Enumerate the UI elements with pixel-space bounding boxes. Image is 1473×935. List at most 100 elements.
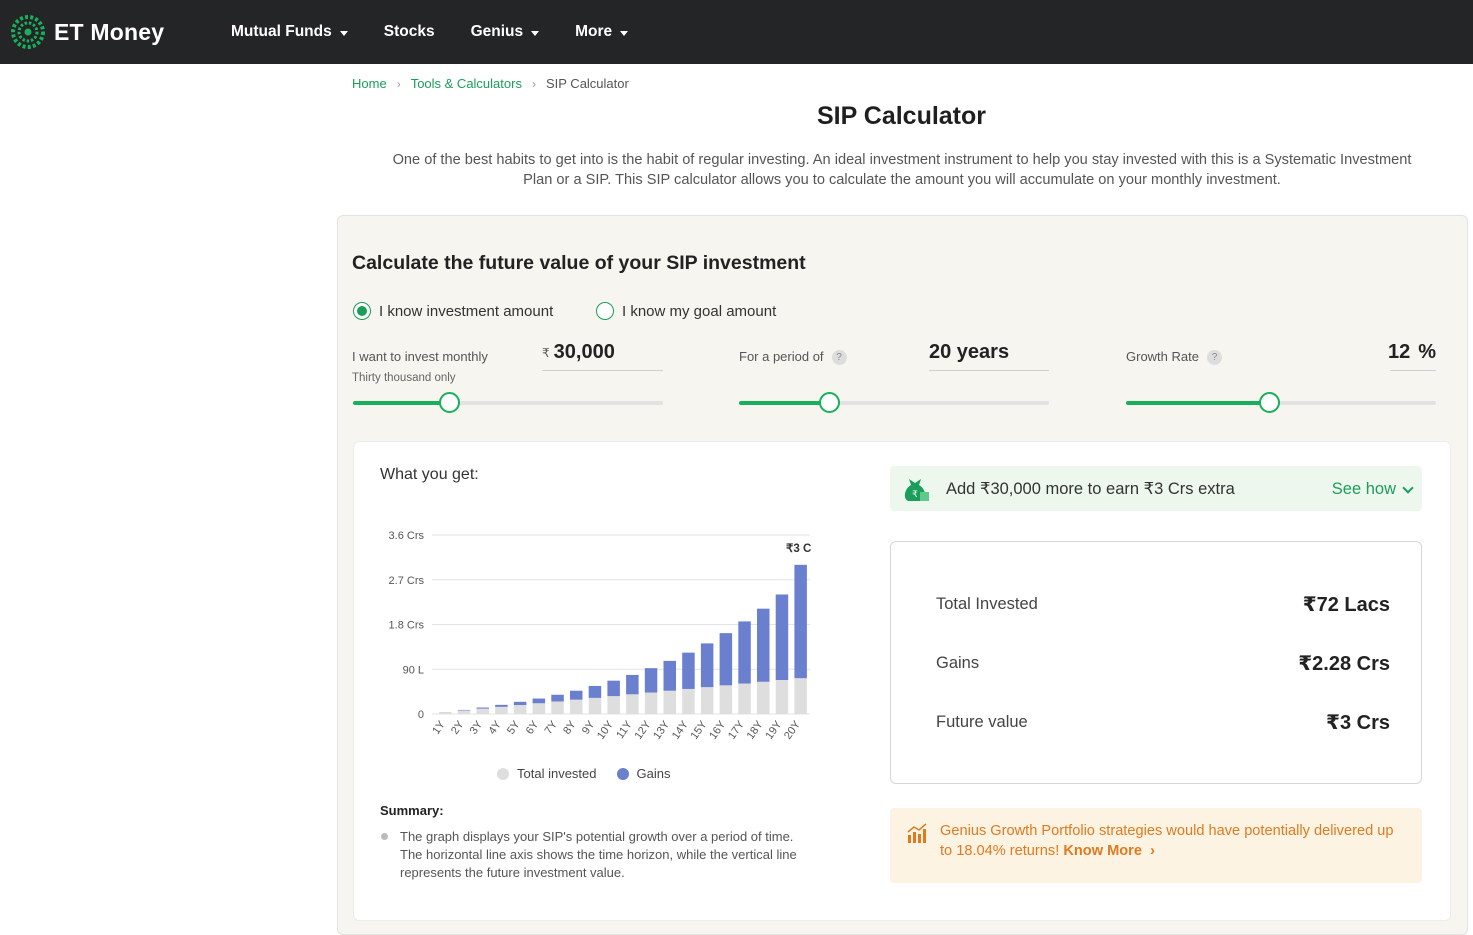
radio-selected-icon [353,302,371,320]
bar-gains [776,594,789,680]
bar-total-invested [495,707,508,714]
caret-down-icon [620,31,628,36]
rupee-icon: ₹ [542,346,550,360]
help-icon[interactable]: ? [1207,350,1222,365]
legend-total-invested[interactable]: Total invested [497,766,597,781]
x-tick-label: 17Y [726,718,747,741]
radio-unselected-icon [596,302,614,320]
rate-label: Growth Rate? [1126,349,1222,365]
monthly-amount-input[interactable]: ₹ 30,000 [542,337,663,371]
y-tick-label: 3.6 Crs [389,530,425,542]
bar-gains [682,653,695,689]
bar-total-invested [682,689,695,714]
rate-value: 12 [1388,341,1410,364]
bar-gains [720,633,733,685]
bar-gains [664,661,677,691]
total-invested-row: Total Invested ₹72 Lacs [936,592,1390,617]
upsell-text: Add ₹30,000 more to earn ₹3 Crs extra [946,479,1235,499]
brand-logo[interactable]: ET Money [10,14,164,50]
x-tick-label: 15Y [689,718,710,741]
breadcrumb-tools[interactable]: Tools & Calculators [411,76,522,91]
main-nav: Mutual Funds Stocks Genius More [231,0,664,64]
future-value-value: ₹3 Crs [1326,710,1390,735]
future-value-label: Future value [936,713,1028,732]
bar-gains [794,565,807,678]
slider-thumb[interactable] [439,392,460,413]
slider-thumb[interactable] [819,392,840,413]
slider-fill [1126,401,1269,405]
radio-goal-amount[interactable]: I know my goal amount [596,302,776,320]
bar-total-invested [776,680,789,714]
x-tick-label: 13Y [651,718,672,741]
help-icon[interactable]: ? [832,350,847,365]
legend-label: Total invested [517,766,597,781]
bar-gains [514,702,527,705]
bar-gains [551,695,564,702]
period-slider[interactable] [739,401,1049,405]
radio-investment-amount[interactable]: I know investment amount [353,302,553,320]
x-tick-label: 20Y [782,718,803,741]
bar-total-invested [514,705,527,714]
total-invested-value: ₹72 Lacs [1303,592,1390,617]
bar-gains [570,691,583,700]
monthly-slider[interactable] [353,401,663,405]
x-tick-label: 16Y [707,718,728,741]
x-tick-label: 4Y [486,718,504,736]
breadcrumb: Home › Tools & Calculators › SIP Calcula… [352,76,629,91]
x-tick-label: 5Y [505,718,523,736]
nav-genius[interactable]: Genius [471,23,540,41]
summary-text: The graph displays your SIP's potential … [400,828,800,882]
rate-input[interactable]: 12 % [1390,337,1436,371]
legend-gains[interactable]: Gains [617,766,671,781]
period-label-text: For a period of [739,349,824,364]
page-intro: One of the best habits to get into is th… [380,150,1424,190]
see-how-link[interactable]: See how [1332,480,1412,499]
bar-total-invested [589,698,602,714]
monthly-words: Thirty thousand only [352,372,456,384]
genius-text: Genius Growth Portfolio strategies would… [940,821,1400,861]
rate-slider[interactable] [1126,401,1436,405]
bar-total-invested [738,684,751,714]
x-tick-label: 18Y [745,718,766,741]
x-tick-label: 10Y [595,718,616,741]
chart-legend: Total invested Gains [497,766,670,781]
gains-value: ₹2.28 Crs [1298,651,1390,676]
nav-stocks[interactable]: Stocks [384,23,435,41]
know-more-link[interactable]: Know More › [1063,843,1155,859]
know-more-label: Know More [1063,843,1142,859]
results-summary: Total Invested ₹72 Lacs Gains ₹2.28 Crs … [890,541,1422,784]
nav-mutual-funds[interactable]: Mutual Funds [231,23,348,41]
legend-dot [497,768,509,780]
summary-title: Summary: [380,803,444,818]
bar-total-invested [794,678,807,714]
radio-label: I know investment amount [379,303,553,320]
slider-fill [353,401,449,405]
period-label: For a period of? [739,349,847,365]
bar-total-invested [570,700,583,714]
genius-banner: Genius Growth Portfolio strategies would… [890,808,1422,883]
bar-total-invested [757,682,770,714]
total-invested-label: Total Invested [936,595,1038,614]
y-tick-label: 2.7 Crs [389,575,425,587]
x-tick-label: 1Y [430,718,448,736]
slider-fill [739,401,829,405]
gains-label: Gains [936,654,979,673]
period-input[interactable]: 20 years [929,337,1049,371]
page-title: SIP Calculator [0,102,1473,131]
money-bag-icon: ₹ [900,475,930,503]
breadcrumb-home[interactable]: Home [352,76,387,91]
breadcrumb-separator-icon: › [397,77,401,91]
bar-gains [607,681,620,696]
brand-name: ET Money [54,19,164,46]
legend-dot [617,768,629,780]
bar-gains [589,686,602,698]
monthly-amount-value: 30,000 [554,341,615,364]
bar-gains [495,705,508,707]
x-tick-label: 6Y [524,718,542,736]
bar-total-invested [533,703,546,714]
slider-thumb[interactable] [1259,392,1280,413]
bar-total-invested [607,696,620,714]
x-tick-label: 11Y [614,718,635,741]
bar-total-invested [720,685,733,714]
nav-more[interactable]: More [575,23,628,41]
